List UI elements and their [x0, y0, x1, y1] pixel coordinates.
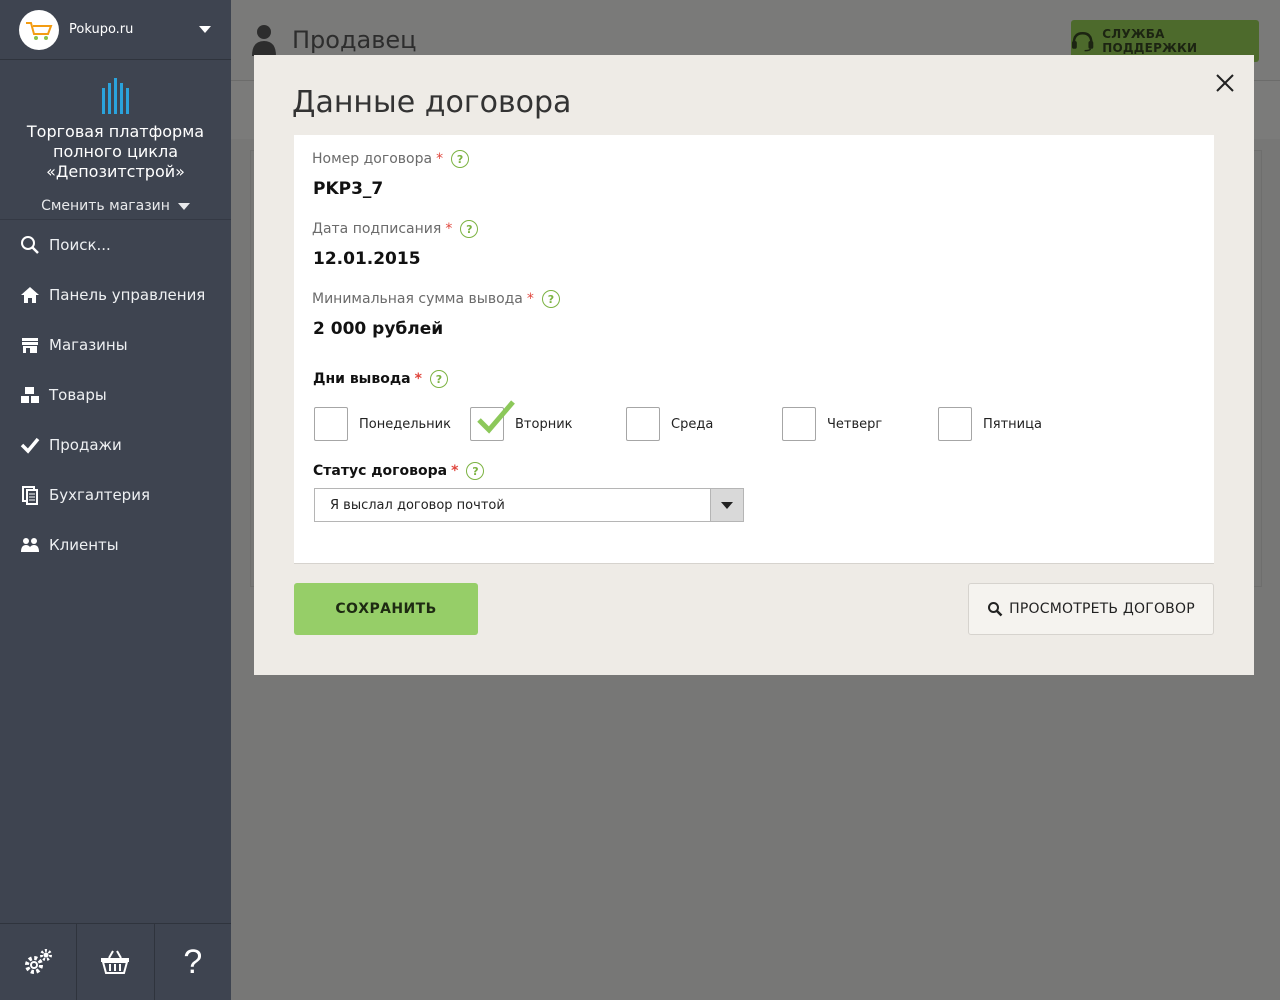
- day-tuesday[interactable]: Вторник: [470, 400, 626, 441]
- checkbox-wednesday[interactable]: [626, 407, 660, 441]
- view-contract-label: ПРОСМОТРЕТЬ ДОГОВОР: [1009, 601, 1195, 617]
- help-button[interactable]: ?: [155, 924, 231, 1000]
- help-icon[interactable]: ?: [429, 370, 448, 388]
- contract-status-select[interactable]: Я выслал договор почтой: [314, 488, 744, 522]
- checkbox-tuesday[interactable]: [470, 400, 515, 441]
- store-icon: [20, 335, 40, 355]
- sidebar-item-search[interactable]: Поиск...: [0, 220, 231, 270]
- sidebar-item-label: Магазины: [49, 336, 128, 354]
- store-logo: [19, 9, 59, 50]
- day-label: Понедельник: [359, 416, 451, 432]
- sidebar-item-products[interactable]: Товары: [0, 370, 231, 420]
- day-thursday[interactable]: Четверг: [782, 407, 938, 441]
- store-name: Pokupo.ru: [69, 22, 134, 37]
- chevron-down-icon[interactable]: [710, 489, 743, 521]
- sidebar-bottom-bar: ?: [0, 923, 231, 1000]
- search-icon: [988, 602, 1003, 617]
- brand-block: Торговая платформа полного цикла «Депози…: [0, 60, 231, 220]
- chevron-down-icon[interactable]: [199, 26, 211, 33]
- checkbox-monday[interactable]: [314, 407, 348, 441]
- sidebar-nav: Поиск... Панель управления Магазины Това…: [0, 220, 231, 570]
- required-mark: *: [436, 151, 444, 167]
- switch-store-button[interactable]: Сменить магазин: [0, 198, 231, 214]
- sidebar-item-sales[interactable]: Продажи: [0, 420, 231, 470]
- required-mark: *: [445, 221, 453, 237]
- sidebar-item-stores[interactable]: Магазины: [0, 320, 231, 370]
- contract-status-value: Я выслал договор почтой: [330, 497, 505, 513]
- help-icon[interactable]: ?: [451, 150, 470, 168]
- home-icon: [20, 285, 40, 305]
- contract-number-value: PKP3_7: [313, 179, 384, 199]
- day-monday[interactable]: Понедельник: [314, 407, 470, 441]
- help-icon[interactable]: ?: [541, 290, 560, 308]
- sign-date-label-text: Дата подписания: [312, 221, 442, 237]
- day-label: Четверг: [827, 416, 883, 432]
- support-label: СЛУЖБА ПОДДЕРЖКИ: [1102, 27, 1198, 55]
- sidebar-item-label: Панель управления: [49, 286, 206, 304]
- contract-status-label: Статус договора * ?: [313, 462, 485, 480]
- min-withdrawal-value: 2 000 рублей: [313, 319, 444, 339]
- sign-date-label: Дата подписания * ?: [312, 220, 479, 238]
- store-switcher[interactable]: Pokupo.ru: [0, 0, 231, 60]
- page-title: Продавец: [292, 26, 417, 54]
- switch-store-label: Сменить магазин: [41, 198, 170, 214]
- chevron-down-icon: [177, 202, 190, 210]
- boxes-icon: [20, 385, 40, 405]
- contract-number-label: Номер договора * ?: [312, 150, 470, 168]
- min-withdrawal-label-text: Минимальная сумма вывода: [312, 291, 523, 307]
- contract-status-label-text: Статус договора: [313, 463, 448, 479]
- sidebar-item-dashboard[interactable]: Панель управления: [0, 270, 231, 320]
- sidebar-item-label: Поиск...: [49, 236, 111, 254]
- cart-button[interactable]: [77, 924, 155, 1000]
- sidebar-item-label: Клиенты: [49, 536, 119, 554]
- brand-title: Торговая платформа полного цикла «Депози…: [26, 122, 205, 181]
- day-friday[interactable]: Пятница: [938, 407, 1094, 441]
- sidebar-item-label: Бухгалтерия: [49, 486, 150, 504]
- withdraw-days-label: Дни вывода * ?: [313, 370, 448, 388]
- sidebar: Pokupo.ru Торговая платформа полного цик…: [0, 0, 231, 1000]
- day-wednesday[interactable]: Среда: [626, 407, 782, 441]
- required-mark: *: [451, 463, 459, 479]
- checkmark-icon: [477, 400, 515, 434]
- withdraw-days-group: Понедельник Вторник Среда Четверг Пятниц…: [314, 400, 1094, 441]
- checkbox-thursday[interactable]: [782, 407, 816, 441]
- close-icon[interactable]: [1214, 72, 1236, 94]
- user-icon: [252, 25, 276, 56]
- checkbox-friday[interactable]: [938, 407, 972, 441]
- day-label: Среда: [671, 416, 714, 432]
- modal-title: Данные договора: [292, 85, 572, 120]
- search-icon: [20, 235, 40, 255]
- sign-date-value: 12.01.2015: [313, 249, 421, 269]
- min-withdrawal-label: Минимальная сумма вывода * ?: [312, 290, 560, 308]
- help-icon: ?: [183, 942, 203, 981]
- gears-icon: [25, 949, 53, 974]
- required-mark: *: [414, 371, 422, 387]
- view-contract-button[interactable]: ПРОСМОТРЕТЬ ДОГОВОР: [968, 583, 1214, 635]
- contract-form: Номер договора * ? PKP3_7 Дата подписани…: [294, 135, 1214, 564]
- sidebar-item-clients[interactable]: Клиенты: [0, 520, 231, 570]
- sidebar-item-label: Товары: [49, 386, 107, 404]
- contract-number-label-text: Номер договора: [312, 151, 433, 167]
- withdraw-days-label-text: Дни вывода: [313, 371, 411, 387]
- brand-logo-icon: [101, 78, 129, 114]
- required-mark: *: [526, 291, 534, 307]
- basket-icon: [101, 950, 130, 974]
- contract-modal: Данные договора Номер договора * ? PKP3_…: [254, 55, 1254, 675]
- documents-icon: [20, 485, 40, 505]
- users-icon: [20, 535, 40, 555]
- day-label: Пятница: [983, 416, 1042, 432]
- help-icon[interactable]: ?: [460, 220, 479, 238]
- headset-icon: [1071, 32, 1094, 52]
- settings-button[interactable]: [0, 924, 78, 1000]
- help-icon[interactable]: ?: [466, 462, 485, 480]
- sidebar-item-label: Продажи: [49, 436, 122, 454]
- day-label: Вторник: [515, 416, 573, 432]
- check-icon: [20, 435, 40, 455]
- save-button[interactable]: СОХРАНИТЬ: [294, 583, 478, 635]
- sidebar-item-accounting[interactable]: Бухгалтерия: [0, 470, 231, 520]
